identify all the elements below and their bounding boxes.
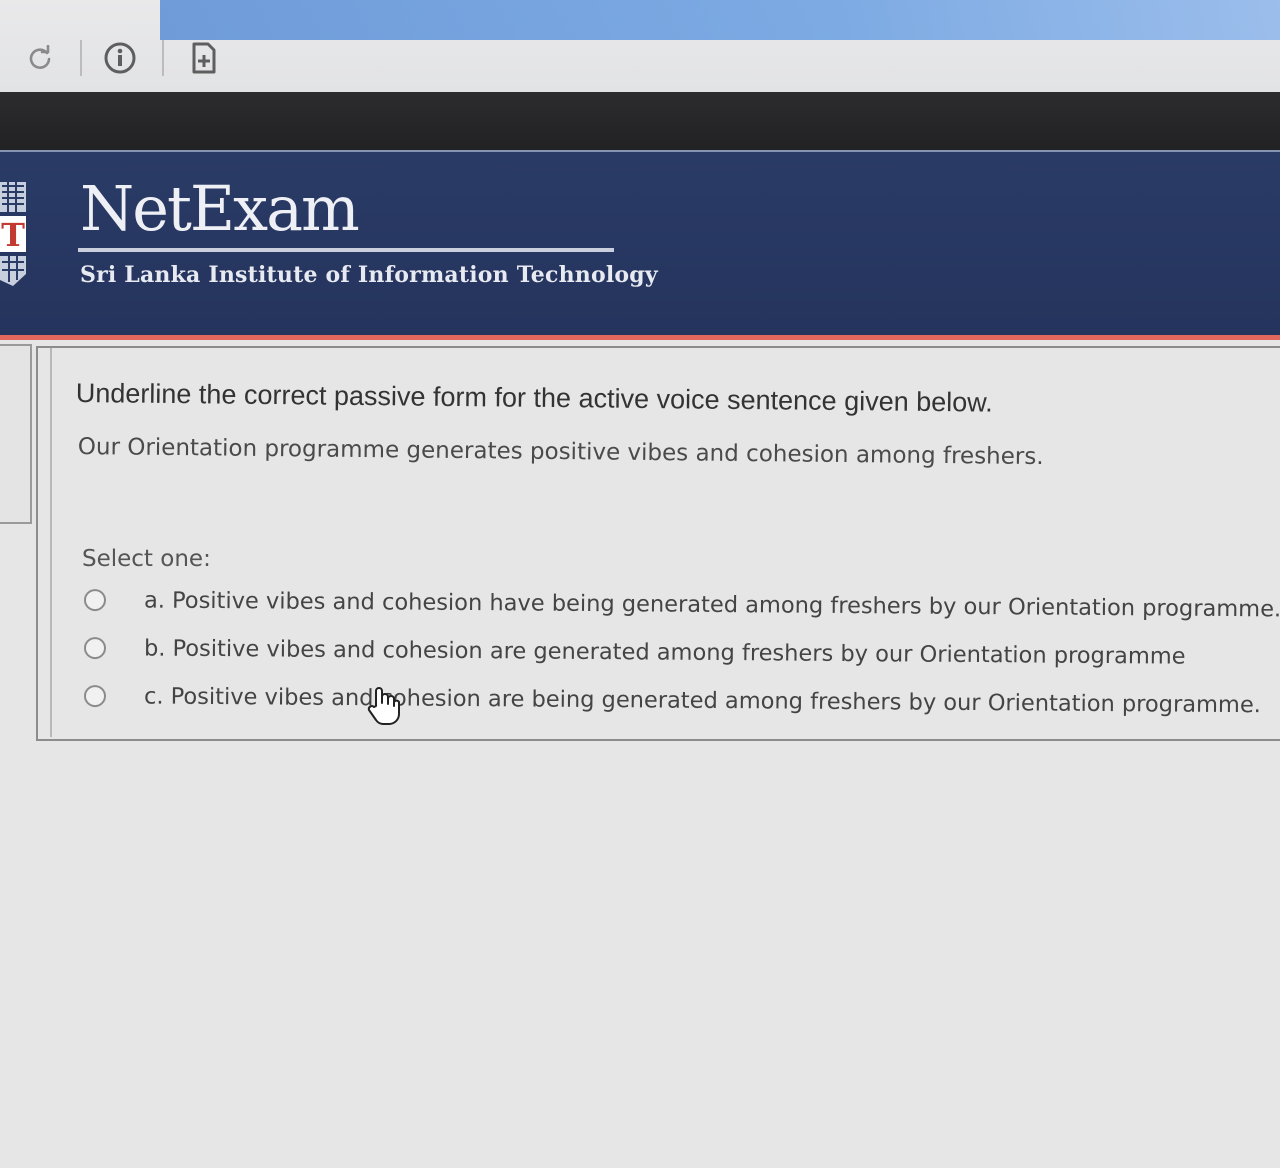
- answer-option-label[interactable]: b. Positive vibes and cohesion are gener…: [144, 635, 1186, 669]
- question-card: Underline the correct passive form for t…: [36, 346, 1280, 741]
- site-header: T NetExam Sri Lanka Institute of Informa…: [0, 150, 1280, 340]
- radio-button[interactable]: [83, 589, 107, 612]
- sliit-logo-icon: T: [0, 182, 30, 292]
- hand-cursor-icon: [366, 686, 400, 726]
- answer-option-b[interactable]: b. Positive vibes and cohesion are gener…: [83, 630, 1274, 675]
- question-content: Underline the correct passive form for t…: [50, 348, 1280, 737]
- answer-option-c[interactable]: c. Positive vibes and cohesion are being…: [83, 678, 1274, 723]
- browser-toolbar: [0, 0, 1280, 92]
- answer-option-label[interactable]: c. Positive vibes and cohesion are being…: [144, 683, 1261, 718]
- info-icon[interactable]: [102, 40, 138, 76]
- question-sentence: Our Orientation programme generates posi…: [77, 434, 1044, 471]
- add-page-icon[interactable]: [186, 40, 222, 76]
- toolbar-separator: [80, 40, 82, 76]
- brand-name: NetExam: [80, 172, 360, 245]
- select-one-label: Select one:: [82, 546, 211, 572]
- answer-option-a[interactable]: a. Positive vibes and cohesion have bein…: [83, 582, 1280, 627]
- side-panel: [0, 344, 32, 524]
- radio-button[interactable]: [83, 637, 107, 660]
- brand-divider: [78, 248, 614, 252]
- reload-icon[interactable]: [22, 40, 58, 76]
- browser-tab-strip: [160, 0, 1280, 40]
- answer-option-label[interactable]: a. Positive vibes and cohesion have bein…: [144, 587, 1280, 622]
- toolbar-separator: [162, 40, 164, 76]
- institute-name: Sri Lanka Institute of Information Techn…: [80, 262, 658, 288]
- radio-button[interactable]: [83, 685, 107, 708]
- svg-text:T: T: [1, 216, 25, 254]
- question-instruction: Underline the correct passive form for t…: [75, 378, 993, 418]
